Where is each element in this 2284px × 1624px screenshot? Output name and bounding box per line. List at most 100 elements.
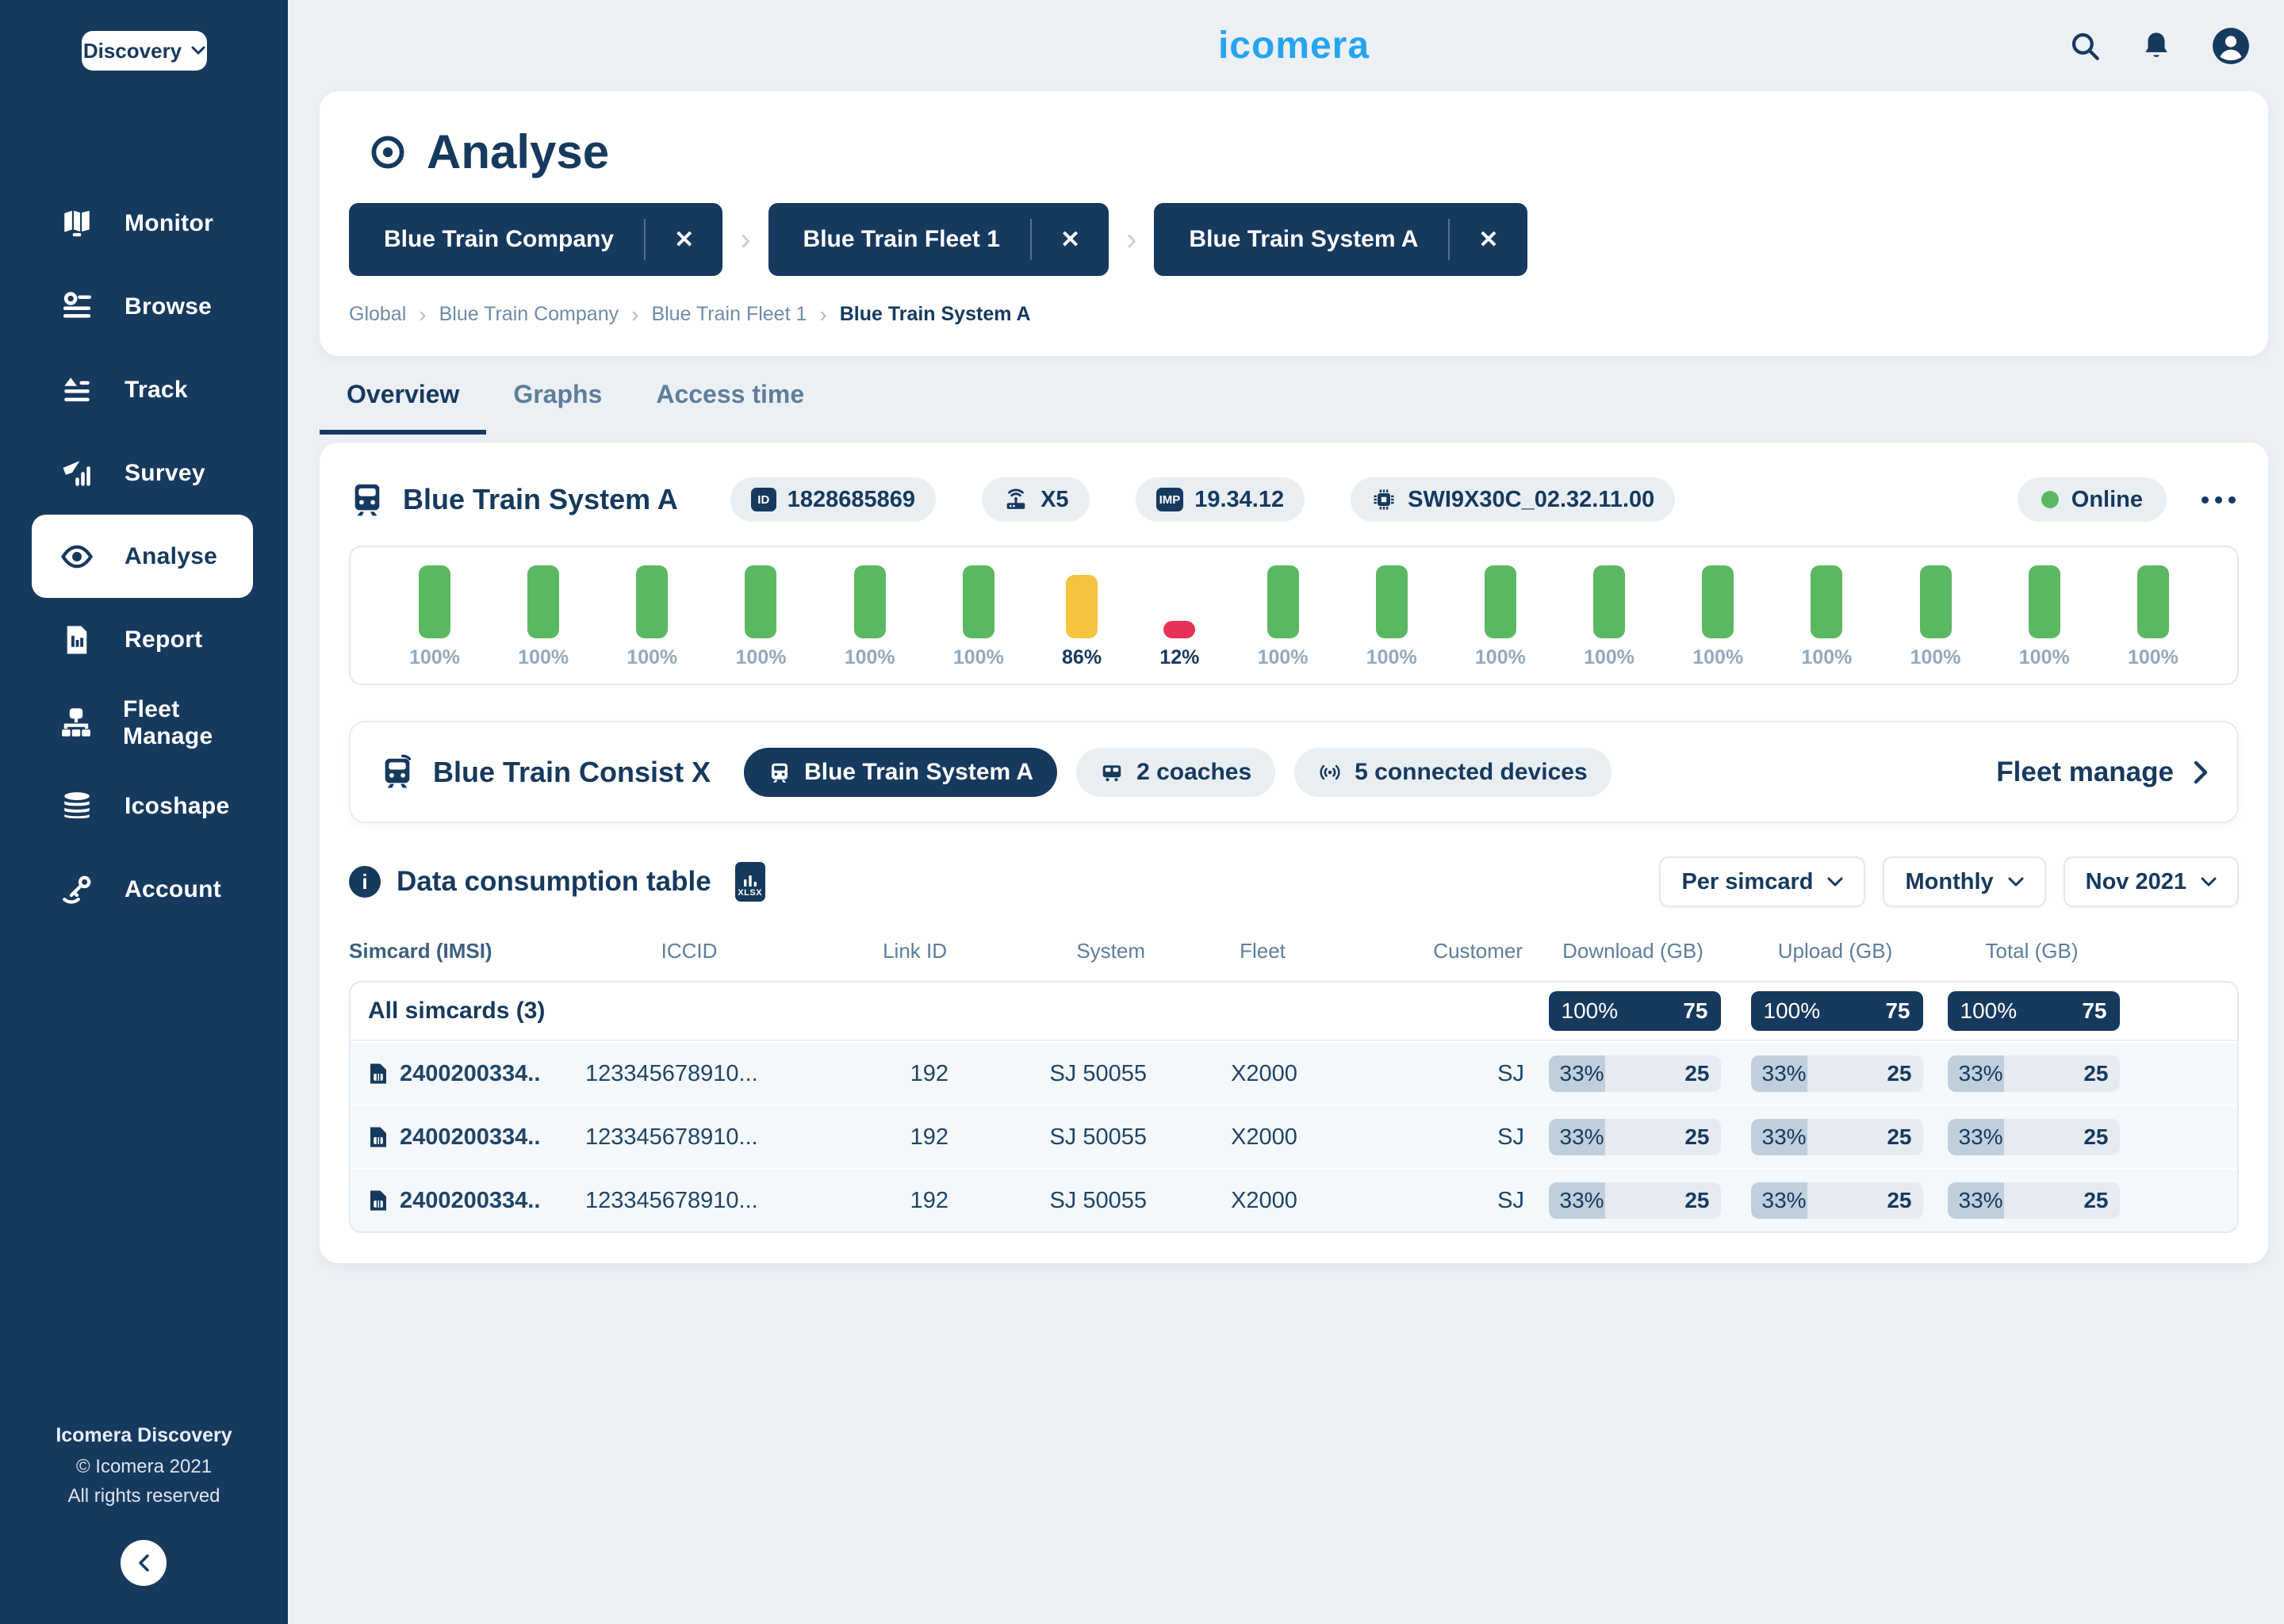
- search-icon: [2068, 29, 2102, 63]
- link-id-value: 192: [796, 1124, 955, 1151]
- imsi-value: 2400200334..: [400, 1124, 540, 1151]
- footer-copyright: © Icomera 2021: [0, 1456, 288, 1478]
- sidebar-item-label: Report: [125, 626, 202, 653]
- notifications-button[interactable]: [2140, 29, 2173, 63]
- health-bar[interactable]: 100%: [1910, 558, 1961, 669]
- close-icon[interactable]: ✕: [644, 219, 722, 260]
- sidebar-nav: Monitor Browse Track Survey Analyse: [0, 182, 288, 931]
- upload-bar: 33%25: [1751, 1182, 1923, 1219]
- close-icon[interactable]: ✕: [1448, 219, 1527, 260]
- health-bar[interactable]: 100%: [409, 558, 460, 669]
- sidebar-item-account[interactable]: Account: [32, 848, 253, 931]
- column-header-fleet: Fleet: [1152, 939, 1374, 963]
- tab-overview[interactable]: Overview: [320, 380, 486, 435]
- month-value: Nov 2021: [2086, 869, 2186, 895]
- router-icon: [1002, 486, 1029, 513]
- sidebar-item-label: Browse: [125, 293, 212, 320]
- imsi-value: 2400200334..: [400, 1061, 540, 1087]
- tab-access-time[interactable]: Access time: [629, 380, 831, 435]
- fleet-manage-icon: [59, 706, 93, 741]
- health-bar[interactable]: 100%: [627, 558, 677, 669]
- info-icon[interactable]: i: [349, 866, 381, 898]
- upload-value: 25: [1887, 1124, 1911, 1150]
- download-percent: 33%: [1560, 1124, 1604, 1150]
- link-id-value: 192: [796, 1061, 955, 1087]
- column-header-customer: Customer: [1374, 939, 1529, 963]
- chart-bars-icon: [743, 875, 757, 887]
- sidebar-item-fleet-manage[interactable]: Fleet Manage: [32, 681, 253, 764]
- health-bar-warning[interactable]: 86%: [1062, 558, 1102, 669]
- health-bar[interactable]: 100%: [736, 558, 787, 669]
- health-bar[interactable]: 100%: [1475, 558, 1526, 669]
- consist-system-pill[interactable]: Blue Train System A: [744, 748, 1057, 797]
- health-bar[interactable]: 100%: [1692, 558, 1743, 669]
- topbar-actions: [2068, 26, 2268, 66]
- close-icon[interactable]: ✕: [1030, 219, 1109, 260]
- table-row[interactable]: 2400200334.. 123345678910... 192 SJ 5005…: [351, 1105, 2237, 1168]
- more-options-button[interactable]: [2198, 488, 2239, 511]
- health-bar[interactable]: 100%: [1366, 558, 1417, 669]
- sidebar-item-browse[interactable]: Browse: [32, 265, 253, 348]
- health-bar[interactable]: 100%: [1584, 558, 1634, 669]
- health-bar[interactable]: 100%: [2019, 558, 2070, 669]
- health-bar[interactable]: 100%: [1258, 558, 1309, 669]
- breadcrumb-link-fleet[interactable]: Blue Train Fleet 1: [651, 303, 807, 326]
- coaches-pill[interactable]: 2 coaches: [1076, 748, 1275, 797]
- health-bar[interactable]: 100%: [1801, 558, 1852, 669]
- health-bar-value: 12%: [1159, 646, 1199, 669]
- chevron-right-icon: ›: [631, 304, 638, 326]
- simcard-icon: [368, 1062, 389, 1086]
- breadcrumb-link-global[interactable]: Global: [349, 303, 406, 326]
- health-bar[interactable]: 100%: [845, 558, 895, 669]
- filter-chip-company[interactable]: Blue Train Company ✕: [349, 203, 722, 276]
- sidebar-item-analyse[interactable]: Analyse: [32, 515, 253, 598]
- tabs: Overview Graphs Access time: [320, 380, 2268, 435]
- table-row[interactable]: 2400200334.. 123345678910... 192 SJ 5005…: [351, 1041, 2237, 1105]
- health-bar[interactable]: 100%: [2128, 558, 2179, 669]
- system-model-value: X5: [1040, 487, 1068, 513]
- footer-rights: All rights reserved: [0, 1485, 288, 1507]
- chevron-right-icon: ›: [740, 224, 750, 255]
- fleet-manage-link[interactable]: Fleet manage: [1996, 756, 2209, 788]
- filter-chip-fleet[interactable]: Blue Train Fleet 1 ✕: [768, 203, 1109, 276]
- customer-value: SJ: [1375, 1124, 1531, 1151]
- health-bar-critical[interactable]: 12%: [1159, 558, 1199, 669]
- sidebar-collapse-button[interactable]: [121, 1540, 167, 1586]
- month-dropdown[interactable]: Nov 2021: [2064, 856, 2239, 907]
- table-row[interactable]: 2400200334.. 123345678910... 192 SJ 5005…: [351, 1168, 2237, 1231]
- health-bar-fill: [745, 565, 776, 638]
- filter-chip-system[interactable]: Blue Train System A ✕: [1154, 203, 1527, 276]
- health-bar[interactable]: 100%: [518, 558, 569, 669]
- per-simcard-dropdown[interactable]: Per simcard: [1659, 856, 1865, 907]
- search-button[interactable]: [2068, 29, 2102, 63]
- footer-app-name: Icomera Discovery: [0, 1424, 288, 1447]
- sidebar-item-track[interactable]: Track: [32, 348, 253, 431]
- user-menu-button[interactable]: [2211, 26, 2251, 66]
- breadcrumb: Global › Blue Train Company › Blue Train…: [349, 303, 2239, 326]
- tab-graphs[interactable]: Graphs: [486, 380, 629, 435]
- health-bar-value: 100%: [1475, 646, 1526, 669]
- total-value: 25: [2083, 1124, 2108, 1150]
- table-filters: Per simcard Monthly Nov 2021: [1659, 856, 2239, 907]
- system-header-right: Online: [2018, 477, 2239, 522]
- health-bar-value: 100%: [1584, 646, 1634, 669]
- connected-devices-pill[interactable]: 5 connected devices: [1294, 748, 1611, 797]
- breadcrumb-link-company[interactable]: Blue Train Company: [439, 303, 619, 326]
- download-percent: 33%: [1560, 1188, 1604, 1213]
- simcard-icon: [368, 1125, 389, 1149]
- product-switcher-button[interactable]: Discovery: [82, 31, 207, 71]
- upload-value: 75: [1885, 998, 1910, 1024]
- sidebar-item-monitor[interactable]: Monitor: [32, 182, 253, 265]
- chip-icon: [1371, 487, 1397, 512]
- consist-pills: Blue Train System A 2 coaches 5 connecte…: [744, 748, 1611, 797]
- status-badge: Online: [2018, 477, 2167, 522]
- period-dropdown[interactable]: Monthly: [1883, 856, 2045, 907]
- customer-value: SJ: [1375, 1188, 1531, 1214]
- sidebar-item-icoshape[interactable]: Icoshape: [32, 764, 253, 848]
- sidebar-item-report[interactable]: Report: [32, 598, 253, 681]
- export-xlsx-button[interactable]: XLSX: [735, 862, 765, 902]
- total-value: 25: [2083, 1188, 2108, 1213]
- health-bar-value: 100%: [953, 646, 1004, 669]
- health-bar[interactable]: 100%: [953, 558, 1004, 669]
- sidebar-item-survey[interactable]: Survey: [32, 431, 253, 515]
